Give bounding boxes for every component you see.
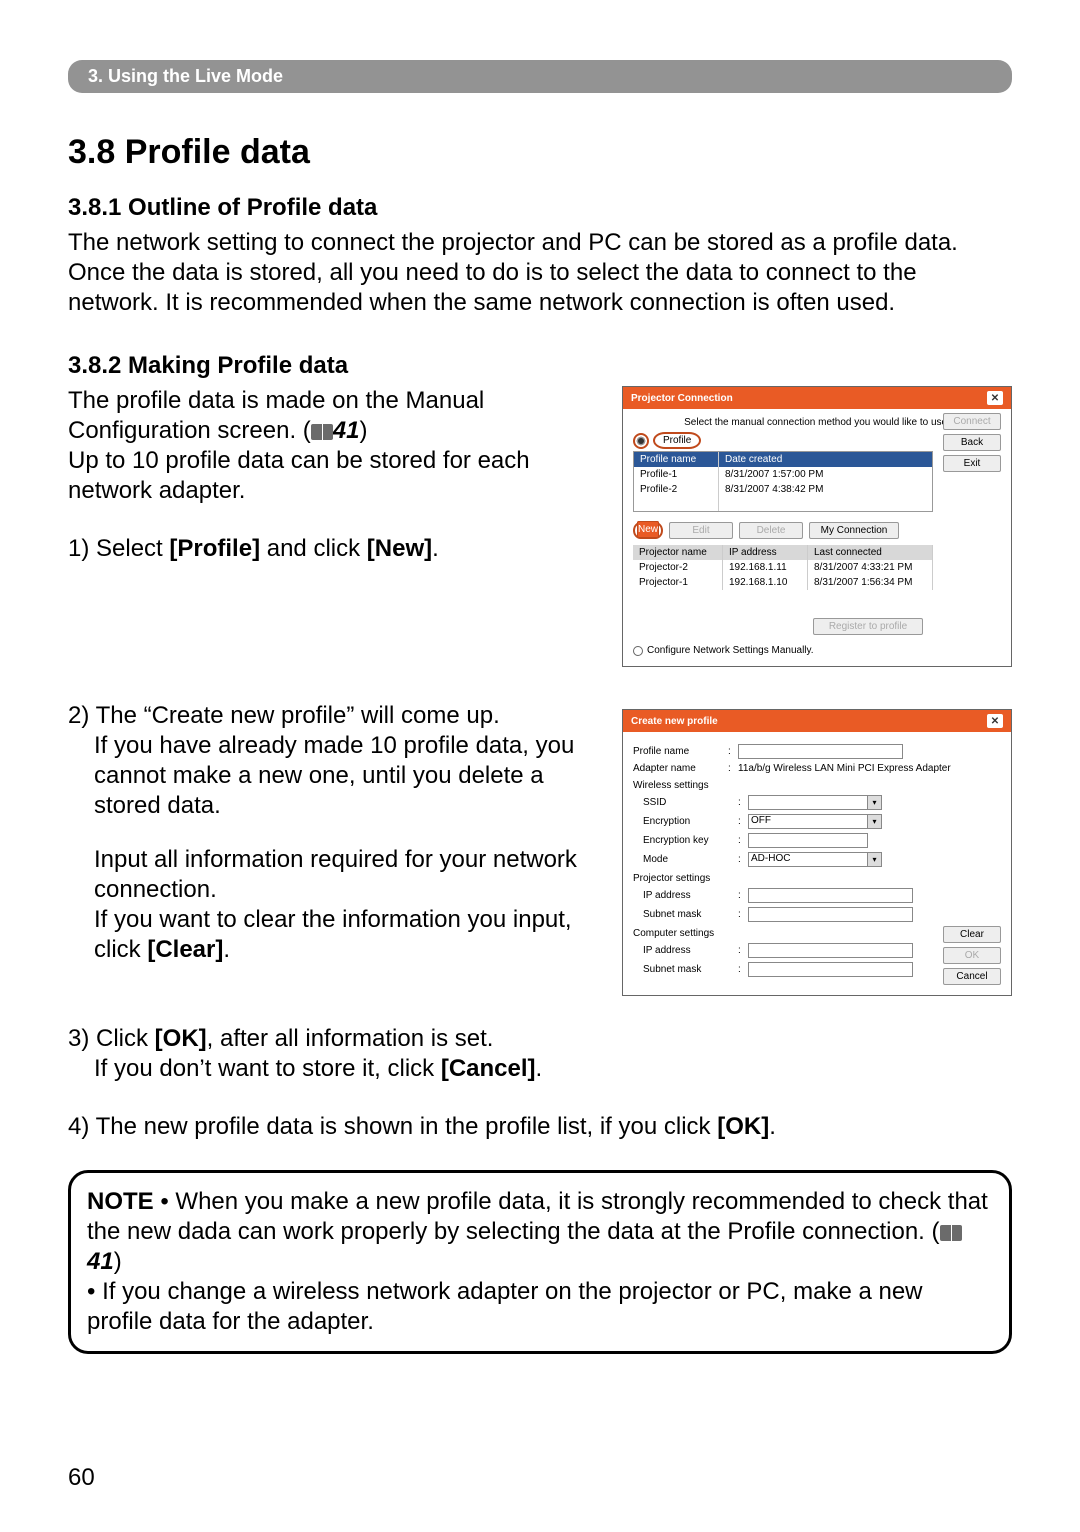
register-to-profile-button[interactable]: Register to profile	[813, 618, 923, 635]
encryption-select[interactable]: OFF	[748, 814, 868, 829]
mode-select[interactable]: AD-HOC	[748, 852, 868, 867]
connect-button[interactable]: Connect	[943, 413, 1001, 430]
projector-list-table: Projector name IP address Last connected…	[633, 545, 933, 614]
new-button[interactable]: New	[637, 521, 659, 538]
page-number: 60	[68, 1464, 95, 1492]
cancel-button[interactable]: Cancel	[943, 968, 1001, 985]
subsection-1-title: 3.8.1 Outline of Profile data	[68, 194, 1012, 222]
step-2-line2: If you have already made 10 profile data…	[68, 731, 604, 821]
proj-ip-input[interactable]	[748, 888, 913, 903]
dialog2-titlebar: Create new profile ✕	[623, 710, 1011, 732]
note-box: NOTE • When you make a new profile data,…	[68, 1170, 1012, 1354]
para-upto10: Up to 10 profile data can be stored for …	[68, 446, 604, 506]
ok-button[interactable]: OK	[943, 947, 1001, 964]
profile-name-input[interactable]	[738, 744, 903, 759]
close-icon[interactable]: ✕	[987, 391, 1003, 405]
clear-button[interactable]: Clear	[943, 926, 1001, 943]
group-wireless: Wireless settings	[633, 780, 1001, 791]
chevron-down-icon[interactable]: ▾	[868, 852, 882, 867]
back-button[interactable]: Back	[943, 434, 1001, 451]
manual-ref-icon	[940, 1225, 962, 1241]
configure-manually-checkbox[interactable]: Configure Network Settings Manually.	[633, 645, 1001, 656]
para-manual-config: The profile data is made on the Manual C…	[68, 386, 604, 446]
profile-table: Profile name Date created Profile-18/31/…	[633, 451, 933, 512]
group-projector: Projector settings	[633, 873, 1001, 884]
subsection-1-body: The network setting to connect the proje…	[68, 228, 1012, 318]
step-4: 4) The new profile data is shown in the …	[68, 1112, 1012, 1142]
chapter-header: 3. Using the Live Mode	[68, 60, 1012, 93]
manual-ref-icon	[311, 424, 333, 440]
step-2-line4: If you want to clear the information you…	[68, 905, 604, 965]
encryption-key-input[interactable]	[748, 833, 868, 848]
chevron-down-icon[interactable]: ▾	[868, 795, 882, 810]
projector-connection-dialog: Projector Connection ✕ Connect Back Exit…	[622, 386, 1012, 667]
step-1: 1) Select [Profile] and click [New].	[68, 534, 604, 564]
chevron-down-icon[interactable]: ▾	[868, 814, 882, 829]
section-title: 3.8 Profile data	[68, 133, 1012, 172]
step-2-line1: 2) The “Create new profile” will come up…	[68, 701, 604, 731]
step-2-line3: Input all information required for your …	[68, 845, 604, 905]
proj-subnet-input[interactable]	[748, 907, 913, 922]
create-new-profile-dialog: Create new profile ✕ Profile name: Adapt…	[622, 709, 1012, 996]
ssid-input[interactable]	[748, 795, 868, 810]
edit-button[interactable]: Edit	[669, 522, 733, 539]
exit-button[interactable]: Exit	[943, 455, 1001, 472]
close-icon[interactable]: ✕	[987, 714, 1003, 728]
delete-button[interactable]: Delete	[739, 522, 803, 539]
comp-ip-input[interactable]	[748, 943, 913, 958]
dialog-titlebar: Projector Connection ✕	[623, 387, 1011, 409]
adapter-row: Adapter name: 11a/b/g Wireless LAN Mini …	[633, 763, 1001, 774]
step-3: 3) Click [OK], after all information is …	[68, 1024, 1012, 1084]
profile-name-row: Profile name:	[633, 744, 1001, 759]
comp-subnet-input[interactable]	[748, 962, 913, 977]
my-connection-button[interactable]: My Connection	[809, 522, 899, 539]
subsection-2-title: 3.8.2 Making Profile data	[68, 352, 1012, 380]
